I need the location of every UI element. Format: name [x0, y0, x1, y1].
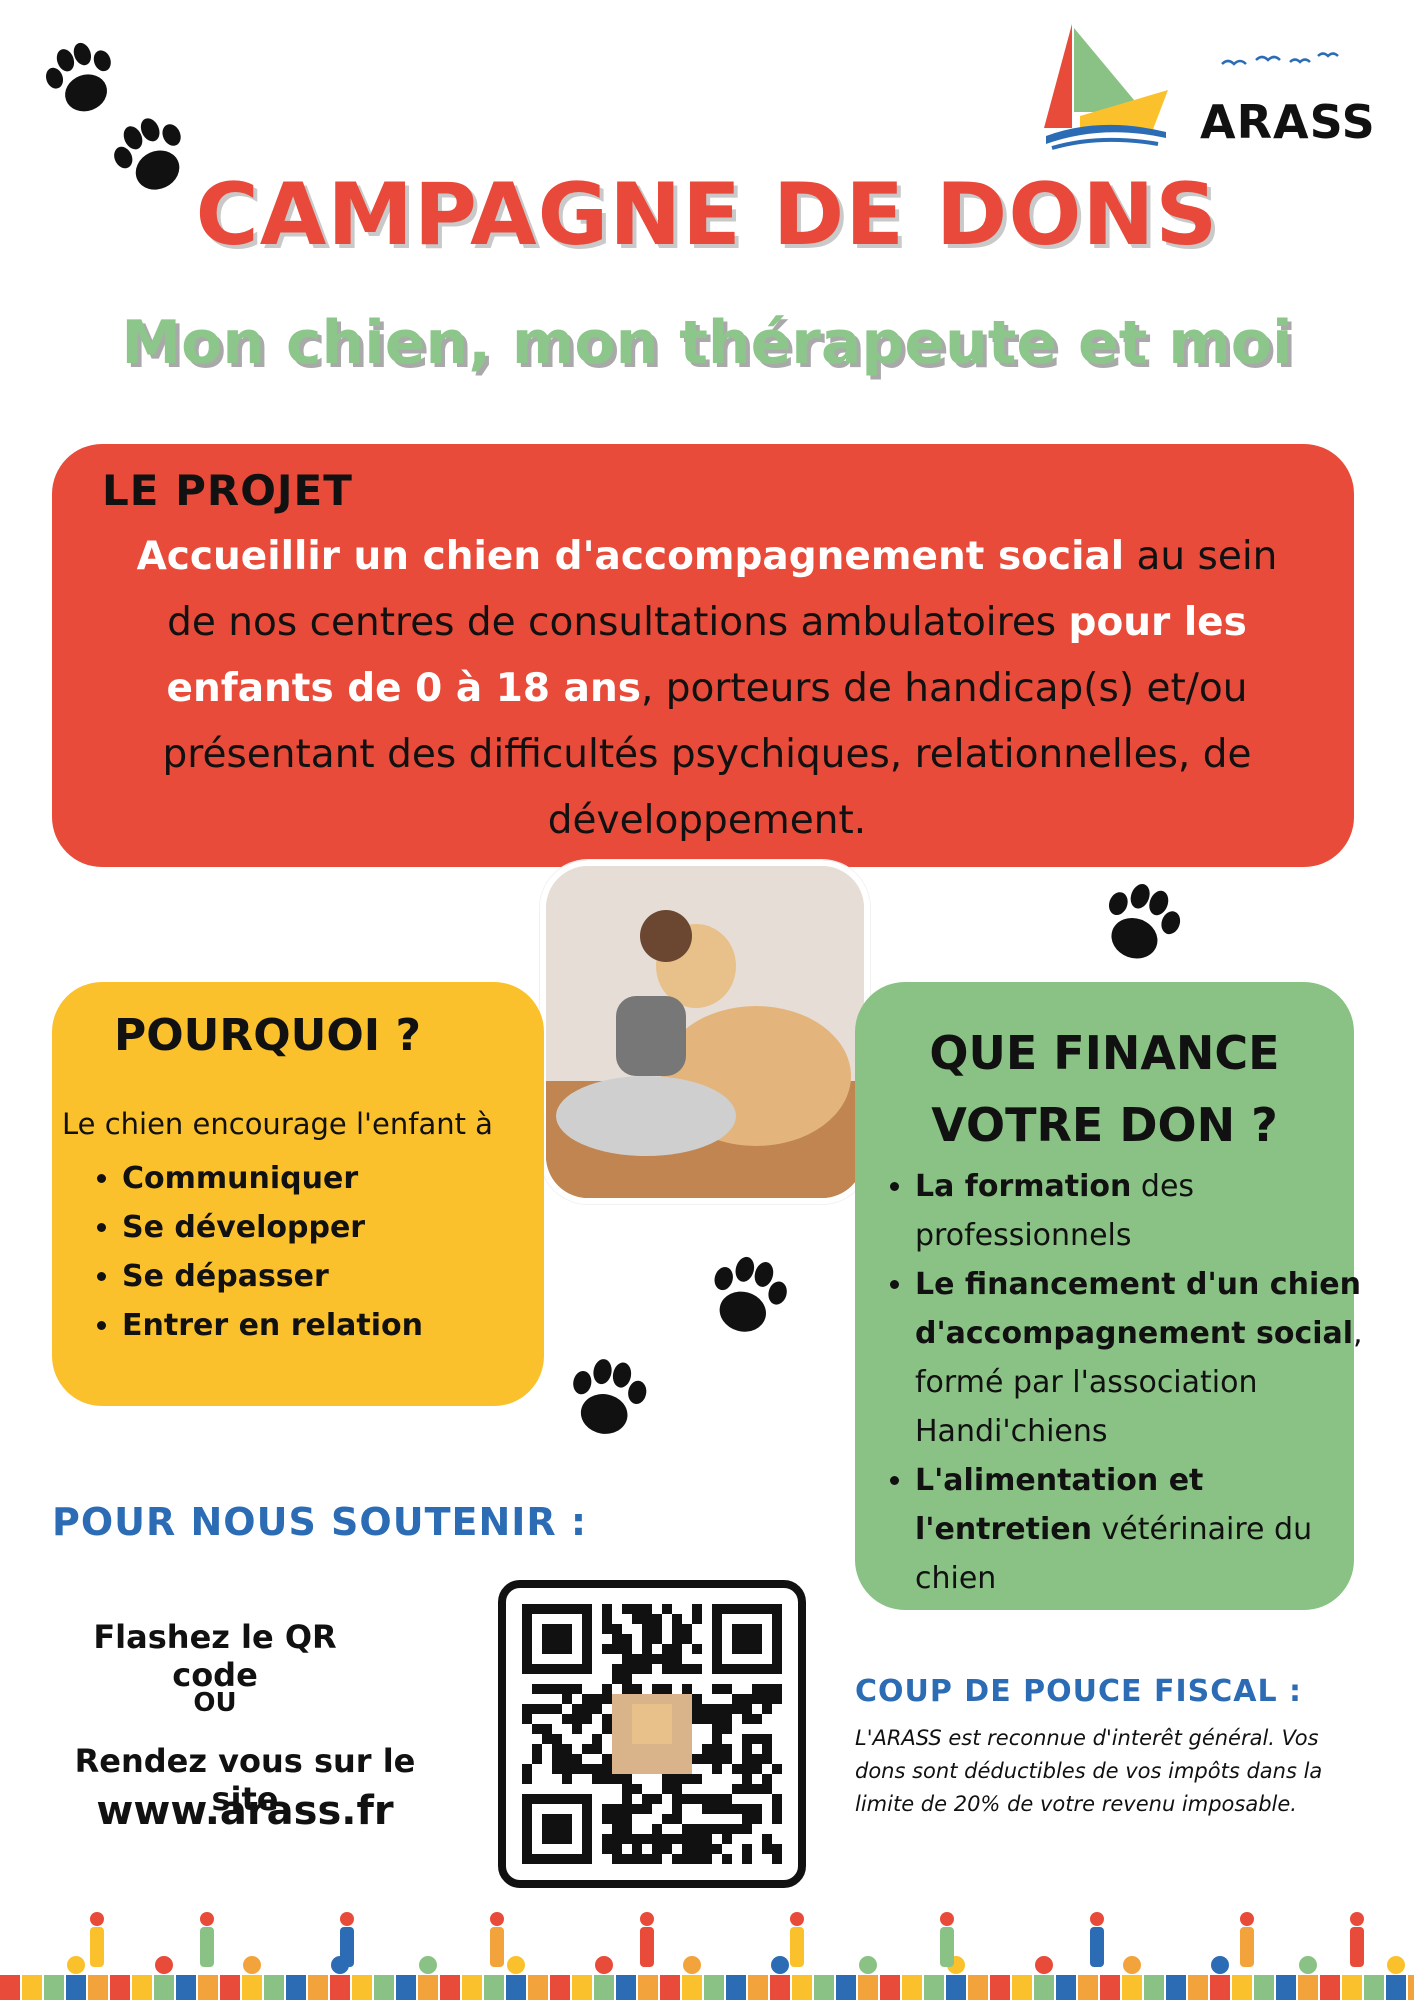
- finance-list: La formation des professionnels Le finan…: [875, 1162, 1375, 1603]
- pourquoi-list: Communiquer Se développer Se dépasser En…: [82, 1154, 423, 1350]
- paw-print-icon: [27, 26, 136, 132]
- paw-print-icon: [1081, 865, 1198, 981]
- sailboat-icon: [1044, 24, 1168, 150]
- finance-item-bold: Le financement d'un chien d'accompagneme…: [915, 1267, 1361, 1351]
- list-item: Le financement d'un chien d'accompagneme…: [915, 1260, 1375, 1456]
- projet-heading: LE PROJET: [102, 466, 353, 515]
- pourquoi-intro: Le chien encourage l'enfant à: [62, 1107, 493, 1141]
- arass-logo: ARASS: [1040, 20, 1400, 160]
- child-with-dog-photo: [540, 860, 870, 1204]
- page-subtitle: Mon chien, mon thérapeute et moi: [121, 308, 1293, 378]
- qr-code-graphic: [522, 1604, 782, 1864]
- ou-text: OU: [193, 1688, 237, 1718]
- finance-heading: QUE FINANCE VOTRE DON ?: [855, 1017, 1354, 1161]
- pourquoi-heading: POURQUOI ?: [114, 1010, 422, 1061]
- list-item: Se dépasser: [122, 1252, 423, 1301]
- fiscal-heading: COUP DE POUCE FISCAL :: [855, 1674, 1303, 1709]
- finance-panel: QUE FINANCE VOTRE DON ? La formation des…: [855, 982, 1363, 1610]
- pourquoi-panel: POURQUOI ? Le chien encourage l'enfant à…: [52, 982, 544, 1406]
- logo-text: ARASS: [1200, 95, 1376, 149]
- list-item: Communiquer: [122, 1154, 423, 1203]
- projet-bold-1: Accueillir un chien d'accompagnement soc…: [136, 534, 1125, 579]
- page-title: CAMPAGNE DE DONS: [195, 165, 1219, 265]
- fiscal-text: L'ARASS est reconnue d'interêt général. …: [855, 1726, 1323, 1816]
- qr-code[interactable]: [498, 1580, 806, 1888]
- finance-item-bold: La formation: [915, 1169, 1132, 1204]
- list-item: L'alimentation et l'entretien vétérinair…: [915, 1456, 1375, 1603]
- list-item: Entrer en relation: [122, 1301, 423, 1350]
- list-item: La formation des professionnels: [915, 1162, 1375, 1260]
- finance-heading-line1: QUE FINANCE: [929, 1026, 1280, 1080]
- list-item: Se développer: [122, 1203, 423, 1252]
- footer-decoration: [0, 1905, 1414, 2000]
- finance-heading-line2: VOTRE DON ?: [931, 1098, 1278, 1152]
- projet-panel: LE PROJET Accueillir un chien d'accompag…: [52, 444, 1354, 867]
- website-link[interactable]: www.arass.fr: [50, 1788, 440, 1834]
- paw-print-icon: [692, 1240, 803, 1352]
- soutenir-heading: POUR NOUS SOUTENIR :: [52, 1500, 588, 1544]
- flash-qr-text: Flashez le QR code: [93, 1618, 337, 1694]
- paw-print-icon: [555, 1345, 660, 1451]
- birds-icon: [1221, 52, 1339, 66]
- projet-description: Accueillir un chien d'accompagnement soc…: [122, 524, 1292, 854]
